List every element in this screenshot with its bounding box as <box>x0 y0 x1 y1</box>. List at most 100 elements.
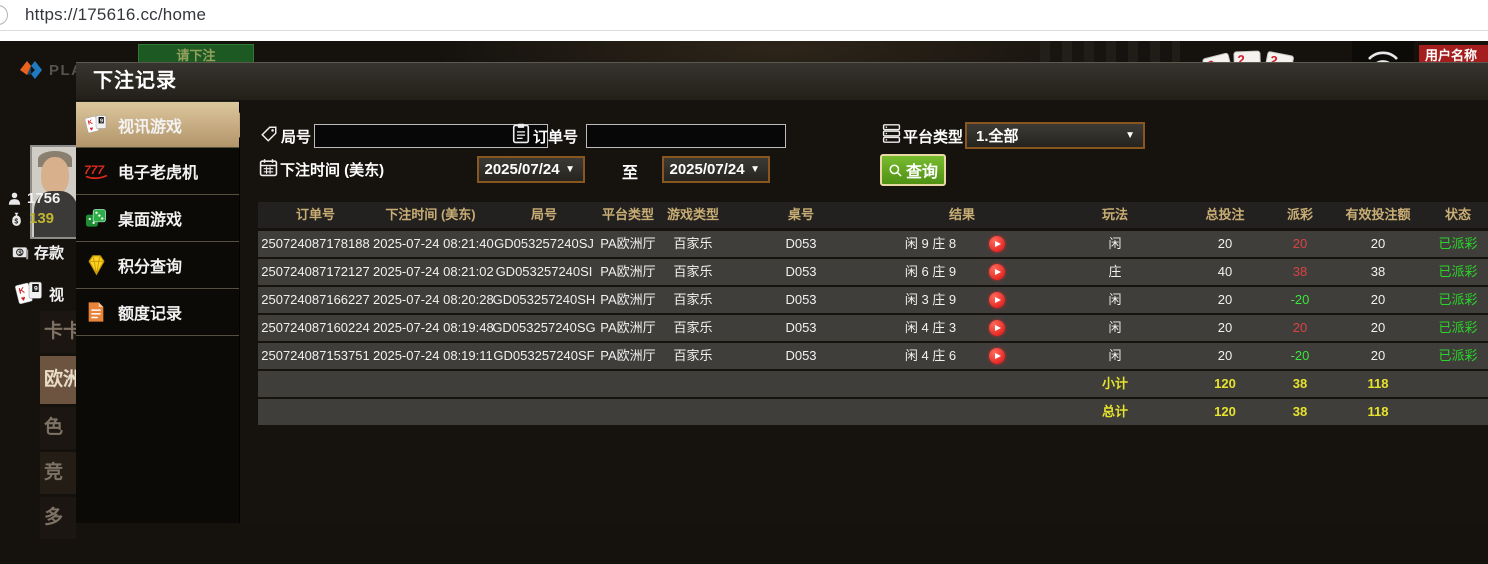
table-no-cell: D053 <box>730 287 872 313</box>
play-cell: 庄 <box>1052 259 1178 285</box>
sum-value-cell <box>488 371 600 397</box>
time-cell: 2025-07-24 08:19:11 <box>373 343 488 369</box>
order-filter-label: 订单号 <box>533 126 578 147</box>
column-header: 桌号 <box>730 202 872 228</box>
svg-text:777: 777 <box>84 163 105 177</box>
total-bet-cell: 20 <box>1178 287 1272 313</box>
lobby-nav-item[interactable]: 多 <box>40 497 76 539</box>
video-games-shortcut[interactable]: K♥ 9 视 <box>14 279 64 309</box>
svg-text:9: 9 <box>34 286 38 293</box>
sum-value-cell: 38 <box>1272 399 1328 425</box>
table-row: 2507240871537512025-07-24 08:19:11GD0532… <box>258 343 1488 369</box>
result-cell: 闲 9 庄 8 <box>872 231 1052 257</box>
result-cell: 闲 6 庄 9 <box>872 259 1052 285</box>
lobby-nav-item[interactable]: 竞 <box>40 452 76 494</box>
cards-icon: K♥9 <box>83 113 109 137</box>
bet-time-label: 下注时间 (美东) <box>280 159 384 180</box>
balance-value: 139 <box>29 210 54 227</box>
platform-cell: PA欧洲厅 <box>600 287 656 313</box>
game-cell: 百家乐 <box>656 231 730 257</box>
sidebar-item-label: 视讯游戏 <box>118 113 182 137</box>
valid-bet-cell: 20 <box>1328 287 1428 313</box>
valid-bet-cell: 38 <box>1328 259 1428 285</box>
replay-icon[interactable] <box>989 348 1005 364</box>
date-to-select[interactable]: 2025/07/24 ▼ <box>662 156 770 183</box>
result-text: 闲 3 庄 9 <box>872 287 989 313</box>
deposit-row[interactable]: $ 存款 <box>12 242 64 263</box>
platform-select[interactable]: 1.全部 ▼ <box>965 122 1145 149</box>
result-cell: 闲 4 庄 6 <box>872 343 1052 369</box>
round-filter-label: 局号 <box>281 126 311 147</box>
result-text: 闲 6 庄 9 <box>872 259 989 285</box>
play-cell: 闲 <box>1052 315 1178 341</box>
sum-value-cell <box>872 371 1052 397</box>
replay-icon[interactable] <box>989 264 1005 280</box>
payout-cell: -20 <box>1272 343 1328 369</box>
sum-value-cell <box>600 399 656 425</box>
browser-url-bar[interactable]: https://175616.cc/home <box>0 0 1488 41</box>
lobby-nav-item[interactable]: 欧洲 <box>40 356 76 404</box>
sum-value-cell <box>600 371 656 397</box>
lobby-nav-item[interactable]: 卡卡 <box>40 311 76 353</box>
sum-value-cell: 120 <box>1178 399 1272 425</box>
date-from-select[interactable]: 2025/07/24 ▼ <box>477 156 585 183</box>
screen: https://175616.cc/home PLAYACE 请下注 14 <box>0 0 1488 564</box>
table-body: 2507240871781882025-07-24 08:21:40GD0532… <box>258 231 1488 425</box>
total-bet-cell: 40 <box>1178 259 1272 285</box>
payout-cell: -20 <box>1272 287 1328 313</box>
order-cell: 250724087172127 <box>258 259 373 285</box>
site-info-icon[interactable] <box>0 5 8 25</box>
bet-records-table: 订单号下注时间 (美东)局号平台类型游戏类型桌号结果玩法总投注派彩有效投注额状态… <box>258 202 1488 427</box>
valid-bet-cell: 20 <box>1328 343 1428 369</box>
chevron-down-icon: ▼ <box>565 164 583 175</box>
replay-icon[interactable] <box>989 320 1005 336</box>
records-icon <box>83 300 109 324</box>
sidebar-item-slot[interactable]: 777 电子老虎机 <box>76 148 239 195</box>
status-cell: 已派彩 <box>1428 287 1488 313</box>
tag-icon <box>260 125 278 143</box>
to-label: 至 <box>622 159 638 183</box>
query-button[interactable]: 查询 <box>880 154 946 186</box>
sum-value-cell <box>730 399 872 425</box>
table-row: 2507240871662272025-07-24 08:20:28GD0532… <box>258 287 1488 313</box>
game-cell: 百家乐 <box>656 343 730 369</box>
replay-icon[interactable] <box>989 236 1005 252</box>
column-header: 状态 <box>1428 202 1488 228</box>
deposit-label: 存款 <box>34 242 64 263</box>
calendar-icon <box>259 158 278 177</box>
platform-icon <box>882 123 901 144</box>
modal-sidebar: K♥9 视讯游戏 777 电子老虎机 桌面游戏 积分查询 额度记录 <box>76 101 240 523</box>
date-from-value: 2025/07/24 <box>479 161 565 178</box>
user-id-row: 1756 <box>7 190 60 207</box>
sum-value-cell <box>656 399 730 425</box>
person-icon <box>7 191 22 206</box>
column-header: 派彩 <box>1272 202 1328 228</box>
game-cell: 百家乐 <box>656 259 730 285</box>
lobby-nav-item[interactable]: 色 <box>40 407 76 449</box>
playace-logo-icon <box>18 57 44 83</box>
order-input[interactable] <box>586 124 786 148</box>
sum-label-cell: 小计 <box>1052 371 1178 397</box>
column-header: 玩法 <box>1052 202 1178 228</box>
moneybag-icon: $ <box>9 211 24 227</box>
result-cell: 闲 4 庄 3 <box>872 315 1052 341</box>
svg-text:$: $ <box>18 249 22 256</box>
table-no-cell: D053 <box>730 231 872 257</box>
svg-text:9: 9 <box>100 118 103 124</box>
status-cell: 已派彩 <box>1428 343 1488 369</box>
order-cell: 250724087178188 <box>258 231 373 257</box>
table-no-cell: D053 <box>730 259 872 285</box>
sum-value-cell <box>730 371 872 397</box>
sidebar-item-cards[interactable]: K♥9 视讯游戏 <box>76 101 239 148</box>
sum-value-cell <box>1428 371 1488 397</box>
time-cell: 2025-07-24 08:21:02 <box>373 259 488 285</box>
sidebar-item-records[interactable]: 额度记录 <box>76 289 239 336</box>
url-text[interactable]: https://175616.cc/home <box>25 5 206 25</box>
sidebar-item-table-games[interactable]: 桌面游戏 <box>76 195 239 242</box>
sidebar-item-label: 积分查询 <box>118 253 182 277</box>
sidebar-item-points[interactable]: 积分查询 <box>76 242 239 289</box>
play-cell: 闲 <box>1052 343 1178 369</box>
replay-icon[interactable] <box>989 292 1005 308</box>
table-row: 2507240871781882025-07-24 08:21:40GD0532… <box>258 231 1488 257</box>
sum-value-cell <box>1428 399 1488 425</box>
